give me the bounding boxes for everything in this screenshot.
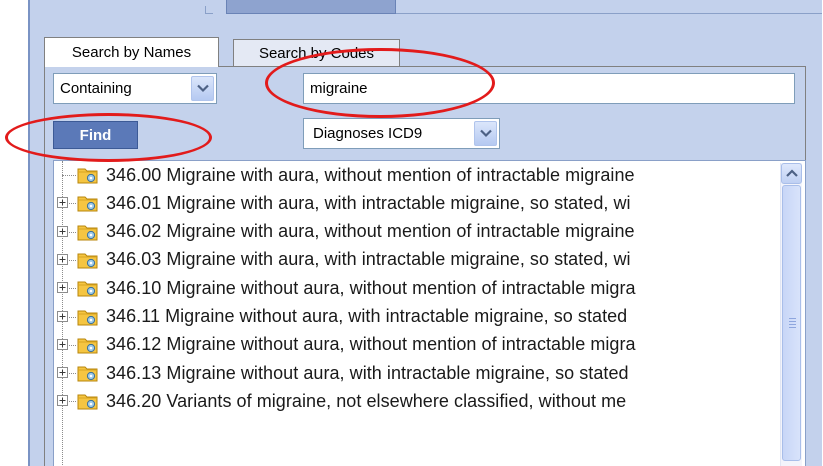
plus-icon[interactable] [57, 282, 68, 294]
tree-guide-line [62, 175, 76, 176]
top-tab-notch [205, 6, 213, 14]
tree-item[interactable]: 346.00 Migraine with aura, without menti… [54, 161, 784, 189]
chevron-down-icon[interactable] [474, 121, 497, 146]
tree-item-label: 346.01 Migraine with aura, with intracta… [106, 192, 631, 213]
tree-item[interactable]: 346.11 Migraine without aura, with intra… [54, 303, 784, 331]
top-divider [396, 13, 822, 14]
tree-item-label: 346.02 Migraine with aura, without menti… [106, 221, 635, 242]
tab-search-by-names[interactable]: Search by Names [44, 37, 219, 67]
tree-item[interactable]: 346.13 Migraine without aura, with intra… [54, 359, 784, 387]
code-system-value: Diagnoses ICD9 [313, 125, 423, 142]
match-mode-select[interactable]: Containing [53, 73, 217, 104]
scroll-grip [789, 318, 796, 319]
folder-icon [77, 223, 99, 241]
tree-item[interactable]: 346.10 Migraine without aura, without me… [54, 274, 784, 302]
annotation-circle-find [5, 113, 212, 162]
plus-icon[interactable] [57, 253, 68, 265]
folder-icon [77, 392, 99, 410]
folder-icon [77, 364, 99, 382]
scroll-thumb[interactable] [782, 185, 801, 461]
folder-icon [77, 279, 99, 297]
tree-item-label: 346.10 Migraine without aura, without me… [106, 277, 636, 298]
plus-icon[interactable] [57, 225, 68, 237]
scroll-grip [789, 327, 796, 328]
folder-icon [77, 308, 99, 326]
match-mode-value: Containing [60, 80, 132, 97]
tree-item-label: 346.03 Migraine with aura, with intracta… [106, 249, 631, 270]
plus-icon[interactable] [57, 367, 68, 379]
plus-icon[interactable] [57, 197, 68, 209]
folder-icon [77, 194, 99, 212]
tree-item[interactable]: 346.03 Migraine with aura, with intracta… [54, 246, 784, 274]
vertical-scrollbar[interactable] [780, 163, 802, 466]
chevron-down-icon[interactable] [191, 76, 214, 101]
annotation-circle-search [265, 48, 495, 118]
tree-item-label: 346.20 Variants of migraine, not elsewhe… [106, 390, 627, 411]
tab-label: Search by Names [71, 44, 192, 61]
folder-icon [77, 251, 99, 269]
plus-icon[interactable] [57, 310, 68, 322]
tree-item[interactable]: 346.12 Migraine without aura, without me… [54, 331, 784, 359]
scroll-grip [789, 324, 796, 325]
code-system-select[interactable]: Diagnoses ICD9 [303, 118, 500, 149]
scroll-up-icon[interactable] [781, 163, 802, 184]
plus-icon[interactable] [57, 395, 68, 407]
folder-icon [77, 336, 99, 354]
tree-item-label: 346.12 Migraine without aura, without me… [106, 334, 636, 355]
folder-icon [77, 166, 99, 184]
tree-item[interactable]: 346.01 Migraine with aura, with intracta… [54, 189, 784, 217]
results-tree: 346.00 Migraine with aura, without menti… [53, 160, 806, 466]
tree-item[interactable]: 346.20 Variants of migraine, not elsewhe… [54, 387, 784, 415]
plus-icon[interactable] [57, 338, 68, 350]
tree-item[interactable]: 346.02 Migraine with aura, without menti… [54, 218, 784, 246]
tree-item-label: 346.13 Migraine without aura, with intra… [106, 362, 629, 383]
top-tab[interactable] [226, 0, 396, 14]
scroll-grip [789, 321, 796, 322]
tree-item-label: 346.11 Migraine without aura, with intra… [106, 306, 628, 326]
tree-item-label: 346.00 Migraine with aura, without menti… [106, 164, 635, 185]
